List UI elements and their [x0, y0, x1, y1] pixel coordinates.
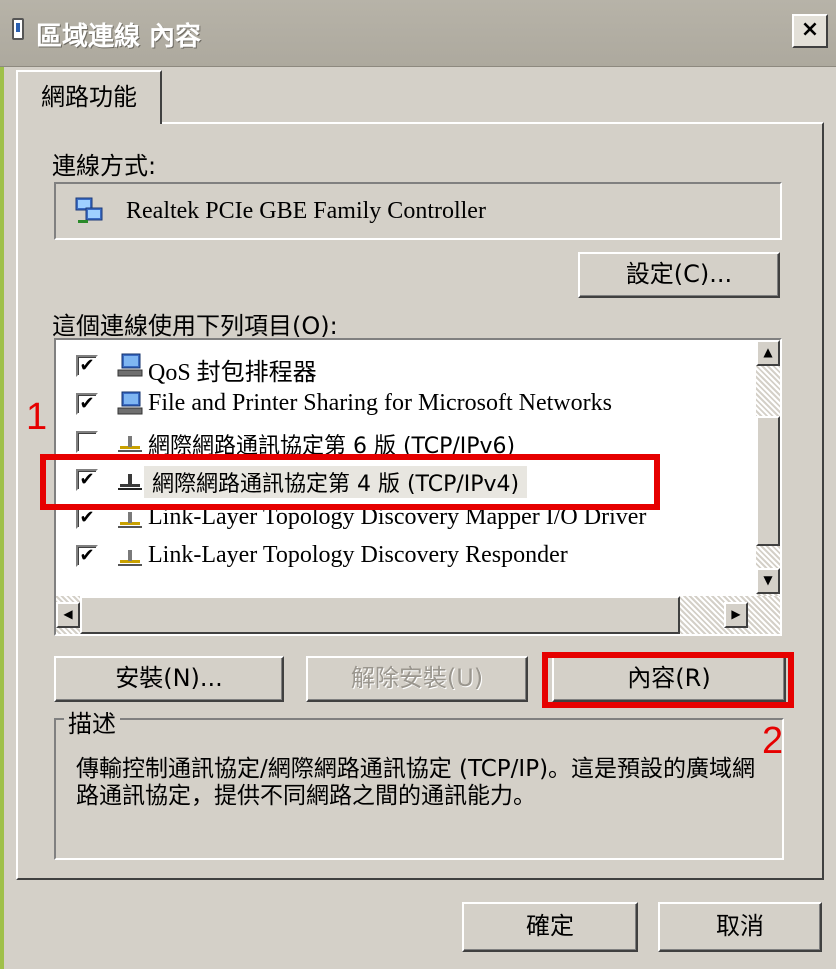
scroll-left-icon[interactable]: ◀	[56, 602, 80, 628]
annotation-number-2: 2	[762, 720, 784, 762]
page-edge-marker	[0, 0, 4, 969]
checkbox[interactable]	[76, 431, 98, 453]
vertical-scrollbar[interactable]: ▲ ▼	[756, 340, 780, 596]
checkbox[interactable]: ✔	[76, 393, 98, 415]
annotation-number-1: 1	[26, 396, 48, 438]
ok-button[interactable]: 確定	[462, 902, 638, 952]
title-bar: 區域連線 內容 ×	[0, 0, 836, 67]
checkbox[interactable]: ✔	[76, 545, 98, 567]
configure-button[interactable]: 設定(C)...	[578, 252, 780, 298]
highlight-ipv4	[40, 454, 660, 510]
protocol-icon	[118, 550, 142, 566]
adapter-field: Realtek PCIe GBE Family Controller	[54, 182, 782, 240]
network-icon	[12, 18, 24, 40]
scroll-up-icon[interactable]: ▲	[756, 340, 780, 366]
network-client-icon	[117, 391, 143, 415]
list-item-label: File and Printer Sharing for Microsoft N…	[148, 390, 612, 416]
description-group: 傳輸控制通訊協定/網際網路通訊協定 (TCP/IP)。這是預設的廣域網路通訊協定…	[54, 718, 784, 860]
adapter-name: Realtek PCIe GBE Family Controller	[126, 198, 486, 224]
list-item[interactable]: ✔ File and Printer Sharing for Microsoft…	[56, 388, 756, 424]
items-label: 這個連線使用下列項目(O):	[52, 312, 338, 340]
protocol-icon	[118, 436, 142, 452]
tab-networking[interactable]: 網路功能	[16, 70, 162, 124]
description-legend: 描述	[64, 704, 120, 739]
close-button[interactable]: ×	[792, 14, 828, 48]
horizontal-scrollbar[interactable]: ◀ ▶	[56, 596, 780, 634]
list-item-label: Link-Layer Topology Discovery Responder	[148, 542, 568, 568]
scroll-thumb[interactable]	[756, 416, 780, 546]
list-item[interactable]: ✔ Link-Layer Topology Discovery Responde…	[56, 540, 756, 576]
network-client-icon	[117, 353, 143, 377]
checkbox[interactable]: ✔	[76, 507, 98, 529]
checkbox[interactable]: ✔	[76, 355, 98, 377]
list-item-label: QoS 封包排程器	[148, 360, 317, 386]
scroll-thumb[interactable]	[80, 596, 680, 634]
scroll-right-icon[interactable]: ▶	[724, 602, 748, 628]
scroll-down-icon[interactable]: ▼	[756, 568, 780, 594]
highlight-properties	[542, 652, 794, 708]
window-title: 區域連線 內容	[36, 22, 202, 52]
list-item[interactable]: ✔ QoS 封包排程器	[56, 350, 756, 386]
install-button[interactable]: 安裝(N)...	[54, 656, 284, 702]
uninstall-button[interactable]: 解除安裝(U)	[306, 656, 528, 702]
description-text: 傳輸控制通訊協定/網際網路通訊協定 (TCP/IP)。這是預設的廣域網路通訊協定…	[76, 756, 756, 809]
connect-using-label: 連線方式:	[52, 152, 157, 180]
cancel-button[interactable]: 取消	[658, 902, 822, 952]
network-adapter-icon	[75, 197, 103, 223]
